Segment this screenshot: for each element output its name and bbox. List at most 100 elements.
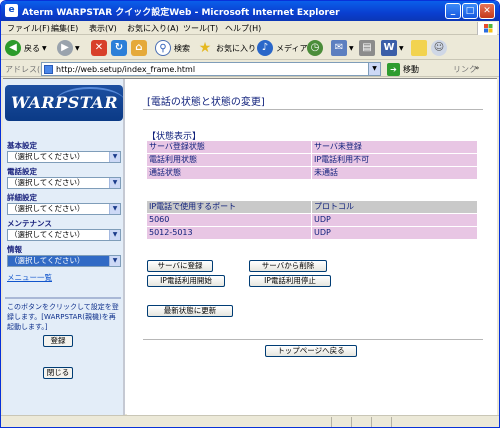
ip-phone-start-button[interactable]: IP電話利用開始	[147, 275, 225, 287]
discuss-button[interactable]	[411, 39, 427, 57]
chevron-down-icon: ▼	[109, 230, 120, 240]
search-icon: ⚲	[155, 40, 171, 56]
ip-phone-stop-button[interactable]: IP電話利用停止	[249, 275, 331, 287]
refresh-icon: ↻	[111, 40, 127, 56]
search-label: 検索	[174, 43, 190, 53]
forward-button[interactable]: ▶ ▼	[57, 39, 80, 57]
edit-button[interactable]: W ▼	[381, 39, 404, 57]
media-button[interactable]: ♪ メディア	[257, 39, 307, 57]
phone-settings-select[interactable]: （選択してください） ▼	[7, 177, 121, 189]
status-value: IP電話利用不可	[312, 154, 477, 166]
menu-tools[interactable]: ツール(T)	[183, 23, 218, 34]
page-content: WARPSTAR 基本設定 （選択してください） ▼ 電話設定 （選択してくださ…	[3, 78, 497, 415]
forward-arrow-icon: ▶	[57, 40, 73, 56]
register-server-button[interactable]: サーバに登録	[147, 260, 213, 272]
nav-label-basic: 基本設定	[7, 141, 37, 150]
stop-button[interactable]: ✕	[91, 39, 107, 57]
back-label: 戻る	[24, 43, 40, 53]
toolbar: ◀ 戻る ▼ ▶ ▼ ✕ ↻ ⌂ ⚲ 検索 ★ お気に入り ♪ メディア ◷ ✉…	[1, 36, 499, 60]
mail-icon: ✉	[331, 40, 347, 56]
nav-group-phone: 電話設定 （選択してください） ▼	[7, 167, 123, 189]
maximize-button[interactable]: □	[462, 3, 478, 19]
history-icon: ◷	[307, 40, 323, 56]
divider	[391, 417, 392, 427]
refresh-button[interactable]: ↻	[111, 39, 127, 57]
page-icon	[44, 65, 53, 74]
back-button[interactable]: ◀ 戻る ▼	[5, 39, 47, 57]
refresh-status-button[interactable]: 最新状態に更新	[147, 305, 233, 317]
status-bar	[1, 415, 499, 427]
nav-label-maintenance: メンテナンス	[7, 219, 52, 228]
address-input[interactable]: http://web.setup/index_frame.html ▼	[41, 62, 381, 76]
chevron-down-icon: ▼	[42, 44, 47, 52]
status-table: サーバ登録状態 サーバ未登録 電話利用状態 IP電話利用不可 通話状態 未通話	[147, 141, 477, 180]
go-button[interactable]: ➔ 移動	[387, 62, 419, 76]
divider	[371, 417, 372, 427]
select-value: （選択してください）	[10, 178, 85, 187]
table-row: 5060 UDP	[147, 214, 477, 226]
history-button[interactable]: ◷	[307, 39, 323, 57]
minimize-button[interactable]: _	[445, 3, 461, 19]
chevron-down-icon[interactable]: ▼	[368, 63, 380, 75]
status-label: 電話利用状態	[147, 154, 311, 166]
select-value: （選択してください）	[10, 230, 85, 239]
mail-button[interactable]: ✉ ▼	[331, 39, 354, 57]
help-text: このボタンをクリックして設定を登録します。[WARPSTAR(親機)を再起動しま…	[7, 303, 119, 331]
media-label: メディア	[276, 43, 308, 53]
links-label[interactable]: リンク	[453, 64, 477, 75]
divider	[143, 339, 483, 340]
print-button[interactable]: ▤	[359, 39, 375, 57]
favorites-button[interactable]: ★ お気に入り	[197, 39, 256, 57]
table-row: 5012-5013 UDP	[147, 227, 477, 239]
back-to-top-button[interactable]: トップページへ戻る	[265, 345, 357, 357]
port-cell: 5012-5013	[147, 227, 311, 239]
protocol-cell: UDP	[312, 227, 477, 239]
protocol-cell: UDP	[312, 214, 477, 226]
menu-favorites[interactable]: お気に入り(A)	[127, 23, 179, 34]
menu-edit[interactable]: 編集(E)	[51, 23, 78, 34]
info-select[interactable]: （選択してください） ▼	[7, 255, 121, 267]
menu-list-link[interactable]: メニュー一覧	[7, 272, 52, 283]
favorites-label: お気に入り	[216, 43, 256, 53]
nav-label-advanced: 詳細設定	[7, 193, 37, 202]
port-table: IP電話で使用するポート プロトコル 5060 UDP 5012-5013 UD…	[147, 201, 477, 240]
nav-group-basic: 基本設定 （選択してください） ▼	[7, 141, 123, 163]
windows-flag-icon	[477, 22, 497, 35]
status-value: 未通話	[312, 167, 477, 179]
word-icon: W	[381, 40, 397, 56]
nav-group-info: 情報 （選択してください） ▼	[7, 245, 123, 267]
media-icon: ♪	[257, 40, 273, 56]
port-cell: 5060	[147, 214, 311, 226]
menu-help[interactable]: ヘルプ(H)	[225, 23, 261, 34]
menu-file[interactable]: ファイル(F)	[7, 23, 50, 34]
window-title: Aterm WARPSTAR クイック設定Web - Microsoft Int…	[22, 8, 340, 18]
links-more-icon[interactable]: »	[475, 64, 479, 72]
search-button[interactable]: ⚲ 検索	[155, 39, 190, 57]
menu-view[interactable]: 表示(V)	[89, 23, 117, 34]
messenger-button[interactable]: ☺	[431, 39, 447, 57]
menu-bar: ファイル(F) 編集(E) 表示(V) お気に入り(A) ツール(T) ヘルプ(…	[1, 21, 499, 35]
divider	[143, 109, 483, 110]
register-button[interactable]: 登録	[43, 335, 73, 347]
go-label: 移動	[403, 64, 419, 74]
logo-text: WARPSTAR	[11, 93, 118, 112]
chevron-down-icon: ▼	[109, 152, 120, 162]
advanced-settings-select[interactable]: （選択してください） ▼	[7, 203, 121, 215]
close-button[interactable]: 閉じる	[43, 367, 73, 379]
status-label: サーバ登録状態	[147, 141, 311, 153]
table-row: 電話利用状態 IP電話利用不可	[147, 154, 477, 166]
ie-icon: e	[5, 4, 18, 17]
maintenance-select[interactable]: （選択してください） ▼	[7, 229, 121, 241]
basic-settings-select[interactable]: （選択してください） ▼	[7, 151, 121, 163]
close-window-button[interactable]: ✕	[479, 3, 495, 19]
main-frame: [電話の状態と状態の変更] 【状態表示】 サーバ登録状態 サーバ未登録 電話利用…	[127, 79, 497, 415]
warpstar-logo: WARPSTAR	[5, 85, 123, 121]
messenger-icon: ☺	[431, 40, 447, 56]
home-button[interactable]: ⌂	[131, 39, 147, 57]
nav-group-maintenance: メンテナンス （選択してください） ▼	[7, 219, 123, 241]
go-arrow-icon: ➔	[387, 62, 400, 76]
divider	[331, 417, 332, 427]
chevron-down-icon: ▼	[75, 44, 80, 52]
select-value: （選択してください）	[10, 204, 85, 213]
delete-server-button[interactable]: サーバから削除	[249, 260, 327, 272]
